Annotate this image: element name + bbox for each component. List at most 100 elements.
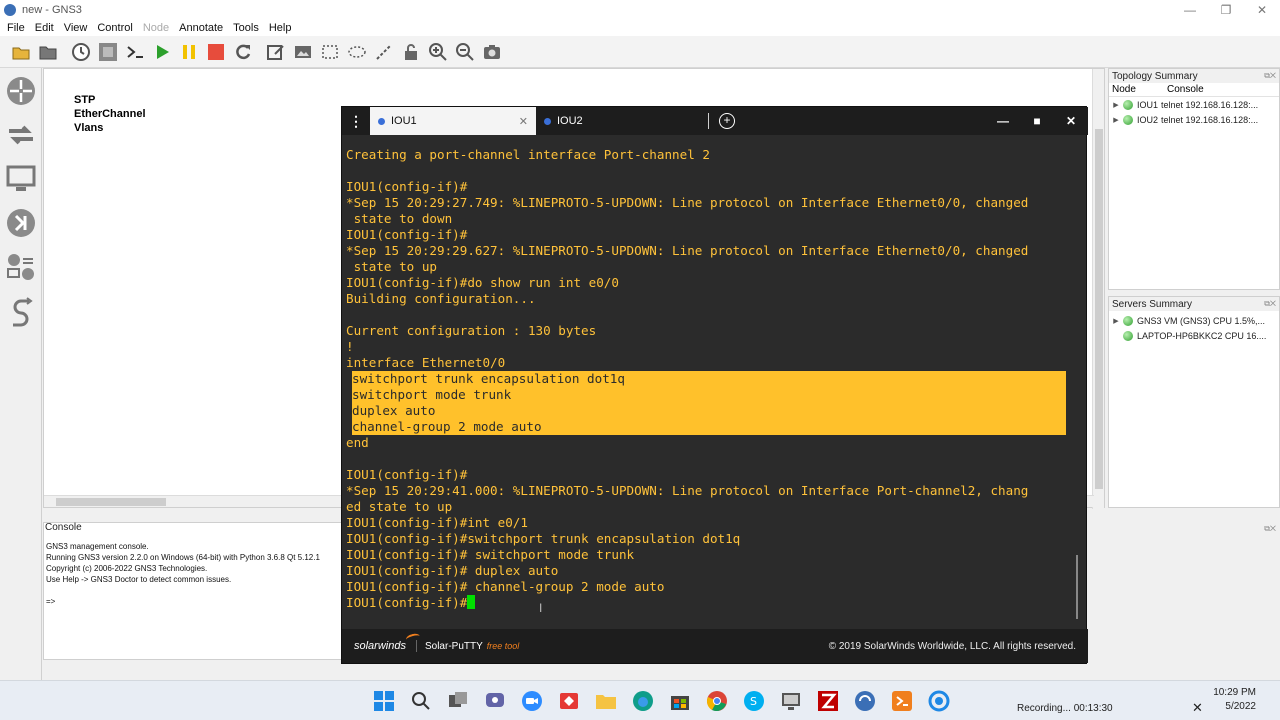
putty-maximize-button[interactable]: ■: [1020, 107, 1054, 135]
tab-iou2[interactable]: IOU2: [536, 107, 706, 135]
column-console[interactable]: Console: [1167, 84, 1204, 95]
reload-icon[interactable]: [232, 41, 254, 63]
terminal-line: ed state to up: [346, 499, 453, 514]
expand-arrow-icon[interactable]: ▶: [1109, 317, 1123, 325]
server-label: GNS3 VM (GNS3) CPU 1.5%,...: [1137, 315, 1266, 326]
filezilla-icon[interactable]: [814, 687, 842, 715]
title-bar: new - GNS3 — ❐ ✕: [0, 0, 1280, 20]
logo-text: solarwinds: [354, 640, 406, 652]
menu-file[interactable]: File: [7, 22, 25, 34]
security-device-icon[interactable]: [0, 202, 42, 244]
node-name: IOU2: [1137, 114, 1159, 125]
snapshot-icon[interactable]: [97, 41, 119, 63]
router-icon[interactable]: [0, 70, 42, 112]
column-node[interactable]: Node: [1109, 84, 1167, 95]
menu-annotate[interactable]: Annotate: [179, 22, 223, 34]
console-panel[interactable]: GNS3 management console. Running GNS3 ve…: [43, 522, 343, 660]
toolbar: [0, 36, 1280, 68]
terminal-prompt-line[interactable]: IOU1(config-if)#: [346, 595, 1068, 611]
open-folder-icon[interactable]: [10, 41, 32, 63]
zoom-app-icon[interactable]: [518, 687, 546, 715]
canvas-vertical-scrollbar[interactable]: [1092, 69, 1104, 509]
expand-arrow-icon[interactable]: ▶: [1109, 116, 1123, 124]
suspend-icon[interactable]: [178, 41, 200, 63]
panel-float-close-icon[interactable]: ⧉✕: [1264, 524, 1276, 534]
terminal-output[interactable]: Creating a port-channel interface Port-c…: [346, 147, 1068, 629]
terminal-line: *Sep 15 20:29:27.749: %LINEPROTO-5-UPDOW…: [346, 195, 1029, 210]
tab-status-dot: [544, 117, 551, 125]
screenshot-icon[interactable]: [481, 41, 503, 63]
product-tag: free tool: [486, 640, 520, 651]
close-tab-icon[interactable]: ✕: [519, 115, 528, 128]
rectangle-icon[interactable]: [319, 41, 341, 63]
zoom-in-icon[interactable]: [427, 41, 449, 63]
remote-desktop-icon[interactable]: [777, 687, 805, 715]
gns3-app-icon: [4, 4, 16, 16]
all-devices-icon[interactable]: [0, 246, 42, 288]
console-icon[interactable]: [124, 41, 146, 63]
task-view-icon[interactable]: [444, 687, 472, 715]
terminal-scrollbar[interactable]: [1076, 555, 1078, 619]
screen-recorder-icon[interactable]: [925, 687, 953, 715]
start-icon[interactable]: [151, 41, 173, 63]
teams-chat-icon[interactable]: [481, 687, 509, 715]
menu-bar: File Edit View Control Node Annotate Too…: [0, 20, 1280, 36]
chrome-icon[interactable]: [703, 687, 731, 715]
stop-icon[interactable]: [205, 41, 227, 63]
file-explorer-icon[interactable]: [592, 687, 620, 715]
tab-label: IOU2: [557, 115, 583, 127]
tab-iou1[interactable]: IOU1 ✕: [370, 107, 536, 135]
menu-help[interactable]: Help: [269, 22, 292, 34]
system-clock[interactable]: 10:29 PM 5/2022: [1204, 686, 1256, 714]
edit-note-icon[interactable]: [265, 41, 287, 63]
search-icon[interactable]: [407, 687, 435, 715]
menu-view[interactable]: View: [64, 22, 88, 34]
terminal-line: state to down: [346, 211, 453, 226]
insert-picture-icon[interactable]: [292, 41, 314, 63]
end-device-icon[interactable]: [0, 158, 42, 200]
add-tab-icon[interactable]: +: [719, 113, 735, 129]
line-icon[interactable]: [373, 41, 395, 63]
close-button[interactable]: ✕: [1244, 0, 1280, 20]
zoom-out-icon[interactable]: [454, 41, 476, 63]
skype-icon[interactable]: S: [740, 687, 768, 715]
canvas-note[interactable]: STP EtherChannel Vlans: [74, 93, 146, 135]
console-prompt[interactable]: =>: [46, 596, 320, 607]
switch-icon[interactable]: [0, 114, 42, 156]
console-line: Running GNS3 version 2.2.0 on Windows (6…: [46, 553, 320, 562]
node-console: telnet 192.168.16.128:...: [1161, 114, 1259, 125]
terminal-line: Current configuration : 130 bytes: [346, 323, 597, 338]
anydesk-icon[interactable]: [555, 687, 583, 715]
product-name: Solar-PuTTY free tool: [425, 641, 519, 652]
lock-icon[interactable]: [400, 41, 422, 63]
topology-row-iou1[interactable]: ▶ IOU1 telnet 192.168.16.128:...: [1109, 97, 1279, 112]
topology-row-iou2[interactable]: ▶ IOU2 telnet 192.168.16.128:...: [1109, 112, 1279, 127]
putty-minimize-button[interactable]: —: [986, 107, 1020, 135]
minimize-button[interactable]: —: [1172, 0, 1208, 20]
menu-tools[interactable]: Tools: [233, 22, 259, 34]
menu-edit[interactable]: Edit: [35, 22, 54, 34]
menu-control[interactable]: Control: [97, 22, 132, 34]
terminal-line: interface Ethernet0/0: [346, 355, 506, 370]
edge-browser-icon[interactable]: [629, 687, 657, 715]
solar-putty-taskbar-icon[interactable]: [888, 687, 916, 715]
panel-float-close-icon[interactable]: ⧉✕: [1264, 299, 1279, 309]
panel-float-close-icon[interactable]: ⧉✕: [1264, 71, 1279, 81]
server-row-laptop[interactable]: LAPTOP-HP6BKKC2 CPU 16....: [1109, 328, 1279, 343]
server-row-gns3-vm[interactable]: ▶ GNS3 VM (GNS3) CPU 1.5%,...: [1109, 313, 1279, 328]
start-menu-icon[interactable]: [370, 687, 398, 715]
recording-status: Recording... 00:13:30: [1017, 703, 1113, 714]
expand-arrow-icon[interactable]: ▶: [1109, 101, 1123, 109]
folder-icon[interactable]: [37, 41, 59, 63]
maximize-button[interactable]: ❐: [1208, 0, 1244, 20]
ellipse-icon[interactable]: [346, 41, 368, 63]
store-icon[interactable]: [666, 687, 694, 715]
terminal-line: *Sep 15 20:29:29.627: %LINEPROTO-5-UPDOW…: [346, 243, 1029, 258]
putty-close-button[interactable]: ✕: [1054, 107, 1088, 135]
add-link-icon[interactable]: [0, 290, 42, 332]
putty-tab-bar: ⋮ IOU1 ✕ IOU2 + — ■ ✕: [342, 107, 1088, 135]
stop-recording-icon[interactable]: ✕: [1192, 700, 1203, 716]
clock-icon[interactable]: [70, 41, 92, 63]
gns3-taskbar-icon[interactable]: [851, 687, 879, 715]
more-menu-icon[interactable]: ⋮: [342, 107, 370, 135]
